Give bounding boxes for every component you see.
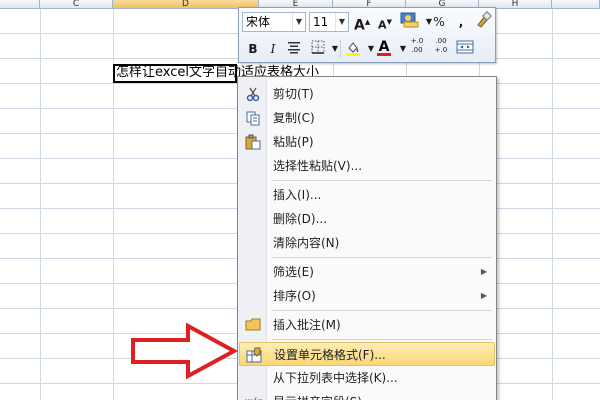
italic-button[interactable]: I — [265, 39, 281, 59]
accounting-format-icon — [400, 12, 419, 28]
menu-item-phonetic[interactable]: wén 显示拼音字段(S) — [239, 390, 495, 400]
font-color-swatch — [377, 53, 391, 56]
menu-item-label: 插入(I)... — [273, 188, 322, 202]
format-cells-icon — [246, 347, 262, 363]
menu-item-filter[interactable]: 筛选(E) ▶ — [239, 260, 495, 284]
grow-font-button[interactable]: A▲ — [354, 12, 371, 34]
column-header-partial — [0, 0, 40, 8]
toolbar-separator — [340, 40, 341, 58]
menu-item-label: 删除(D)... — [273, 212, 328, 226]
menu-item-label: 剪切(T) — [273, 87, 314, 101]
menu-item-pick-from-list[interactable]: 从下拉列表中选择(K)... — [239, 366, 495, 390]
font-name-dropdown[interactable]: 宋体 ▼ — [242, 12, 306, 32]
menu-separator — [272, 339, 492, 340]
menu-item-paste-special[interactable]: 选择性粘贴(V)... — [239, 154, 495, 178]
menu-item-label: 排序(O) — [273, 289, 316, 303]
grow-font-label: A — [354, 17, 365, 34]
menu-item-clear-contents[interactable]: 清除内容(N) — [239, 231, 495, 255]
menu-item-insert-comment[interactable]: 插入批注(M) — [239, 313, 495, 337]
shrink-arrow-icon: ▼ — [386, 18, 392, 26]
column-header-partial-right — [552, 0, 600, 8]
menu-item-label: 从下拉列表中选择(K)... — [273, 371, 398, 385]
bold-button[interactable]: B — [245, 39, 261, 59]
shrink-font-label: A — [378, 18, 387, 32]
context-menu: 剪切(T) 复制(C) 粘贴(P) 选择性粘贴(V)... 插入(I)... 删… — [237, 76, 497, 400]
increase-decimal-button[interactable]: +.0 .00 — [407, 37, 427, 57]
menu-separator — [272, 180, 492, 181]
menu-item-label: 插入批注(M) — [273, 318, 341, 332]
format-painter-button[interactable] — [473, 11, 493, 31]
merge-center-icon — [456, 40, 474, 54]
comment-icon — [245, 317, 261, 333]
menu-item-label: 复制(C) — [273, 111, 315, 125]
percent-style-button[interactable]: % — [431, 12, 447, 32]
grid-line — [552, 9, 553, 400]
comma-style-button[interactable]: , — [453, 12, 469, 32]
format-painter-icon — [477, 11, 492, 28]
scissors-icon — [245, 86, 261, 102]
align-center-icon — [288, 42, 300, 54]
center-align-button[interactable] — [285, 39, 303, 59]
borders-icon — [311, 40, 325, 54]
menu-item-format-cells[interactable]: 设置单元格格式(F)... — [239, 342, 495, 366]
menu-item-insert[interactable]: 插入(I)... — [239, 183, 495, 207]
menu-item-delete[interactable]: 删除(D)... — [239, 207, 495, 231]
submenu-arrow-icon: ▶ — [480, 291, 487, 300]
chevron-down-icon: ▼ — [292, 13, 305, 31]
menu-item-paste[interactable]: 粘贴(P) — [239, 130, 495, 154]
font-name-value: 宋体 — [246, 15, 271, 29]
menu-item-label: 选择性粘贴(V)... — [273, 159, 363, 173]
menu-separator — [272, 310, 492, 311]
red-arrow-annotation — [131, 322, 238, 380]
decrease-decimal-button[interactable]: .00 +.0 — [431, 37, 451, 57]
merge-center-button[interactable] — [455, 38, 475, 58]
submenu-arrow-icon: ▶ — [480, 267, 487, 276]
font-color-button[interactable]: A — [376, 37, 392, 57]
borders-button[interactable] — [309, 39, 327, 59]
column-header-c[interactable]: C — [40, 0, 113, 8]
menu-item-cut[interactable]: 剪切(T) — [239, 82, 495, 106]
grow-arrow-icon: ▲ — [364, 18, 371, 26]
paste-icon — [245, 134, 261, 150]
menu-item-label: 设置单元格格式(F)... — [274, 348, 386, 362]
menu-item-label: 粘贴(P) — [273, 135, 314, 149]
excel-window: C D E F G H 怎样让excel文字自动适应表格大小 宋体 ▼ 11 ▼… — [0, 0, 600, 400]
shrink-font-button[interactable]: A▼ — [377, 12, 393, 32]
menu-item-copy[interactable]: 复制(C) — [239, 106, 495, 130]
menu-separator — [272, 257, 492, 258]
font-size-dropdown[interactable]: 11 ▼ — [309, 12, 349, 32]
chevron-down-icon: ▼ — [335, 13, 348, 31]
accounting-format-button[interactable] — [399, 11, 421, 31]
menu-item-label: 清除内容(N) — [273, 236, 340, 250]
fill-color-icon — [346, 42, 360, 56]
font-size-value: 11 — [313, 15, 329, 29]
copy-icon — [245, 110, 261, 126]
menu-item-label: 筛选(E) — [273, 265, 314, 279]
fill-color-button[interactable] — [344, 39, 362, 59]
menu-item-label: 显示拼音字段(S) — [273, 390, 362, 400]
mini-toolbar: 宋体 ▼ 11 ▼ A▲ A▼ ▼ % , B I ▼ ▼ A ▼ +.0 .0… — [238, 7, 496, 63]
menu-item-sort[interactable]: 排序(O) ▶ — [239, 284, 495, 308]
grid-line — [40, 9, 41, 400]
phonetic-icon: wén — [245, 394, 264, 400]
